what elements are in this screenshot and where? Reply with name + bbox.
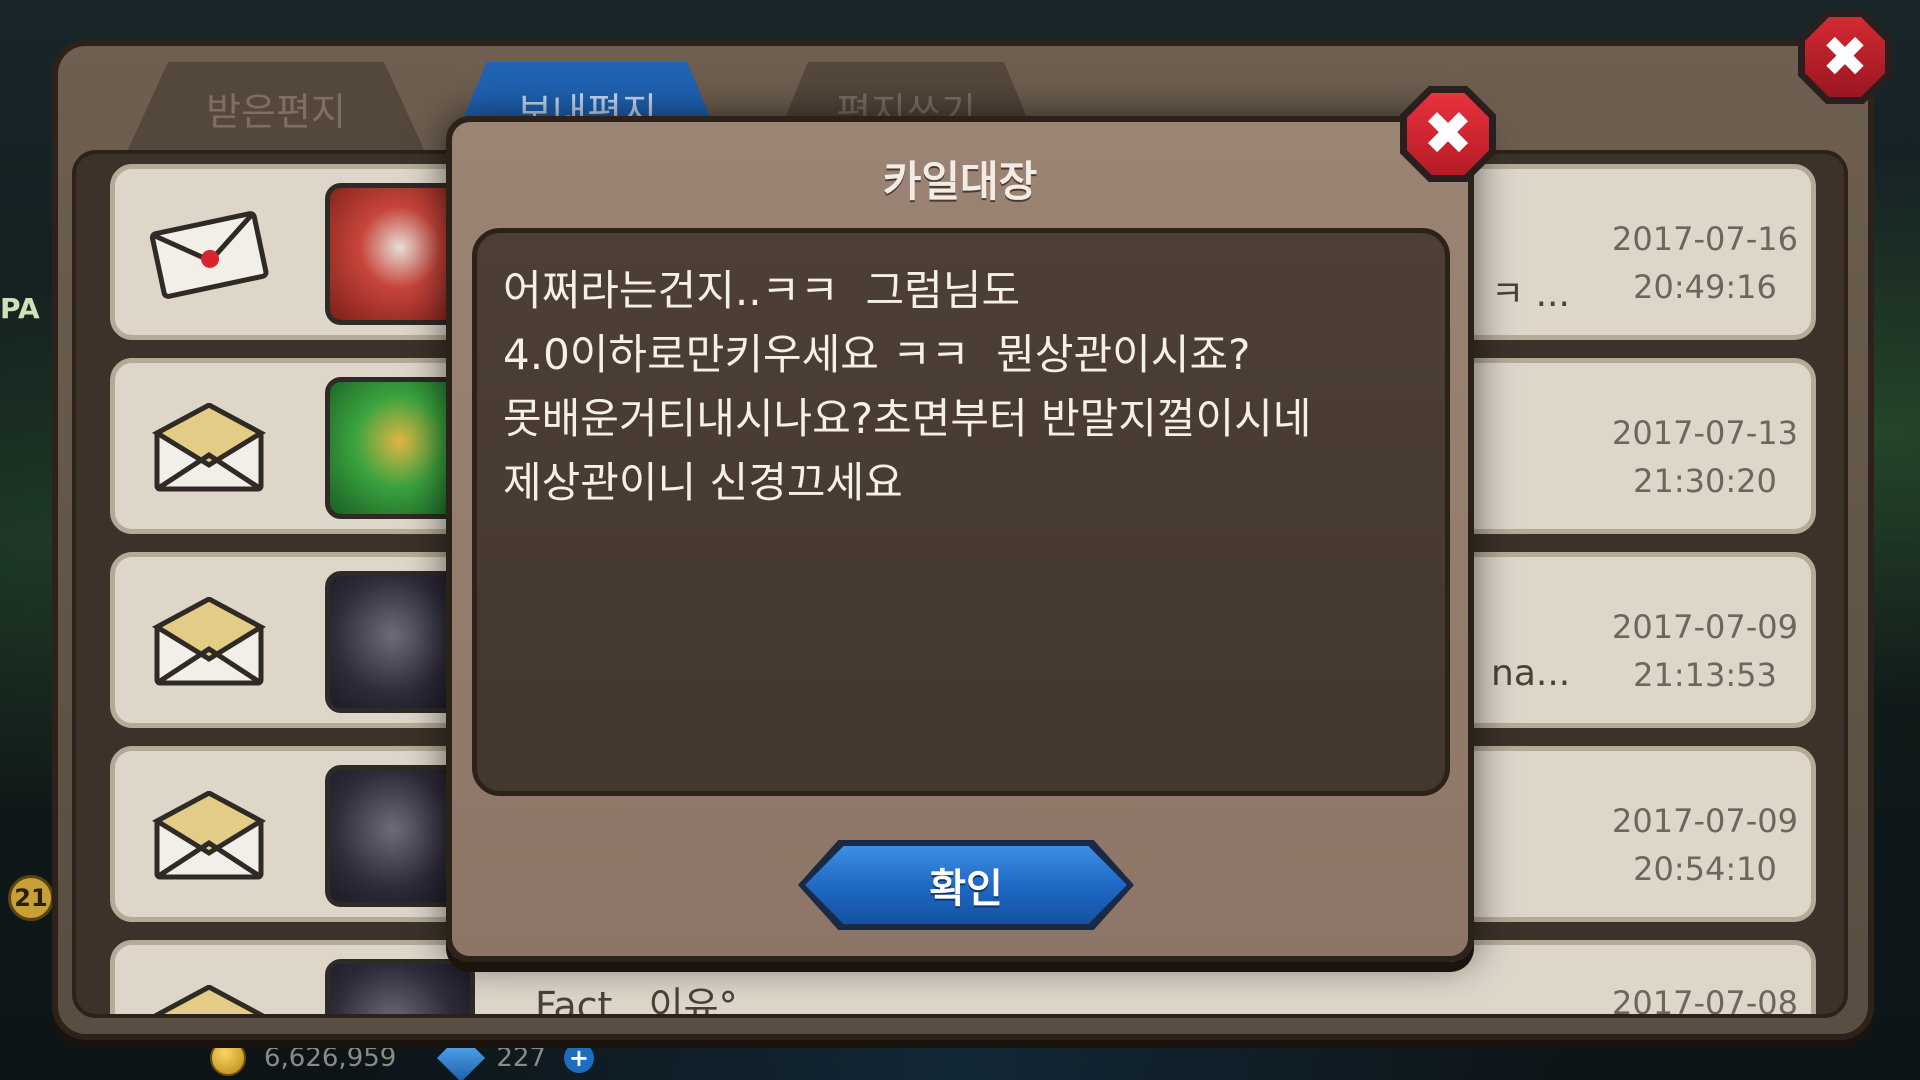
side-tag: PA <box>0 292 40 325</box>
mail-date: 2017-07-16 <box>1612 220 1798 258</box>
close-modal-button[interactable]: ✖ <box>1400 86 1496 182</box>
mail-date: 2017-07-09 <box>1612 608 1798 646</box>
currency-bar: 6,626,959 227 + <box>210 1033 770 1080</box>
gold-amount: 6,626,959 <box>264 1043 397 1073</box>
mail-datetime: 2017-07-09 20:54:10 <box>1585 797 1825 893</box>
mail-time: 20:54:10 <box>1633 850 1777 888</box>
mail-date: 2017-07-13 <box>1612 414 1798 452</box>
modal-title: 카일대장 <box>882 157 1038 206</box>
level-badge: 21 <box>8 875 54 921</box>
message-line: 어쩌라는건지..ㅋㅋ 그럼님도 <box>503 266 1021 315</box>
envelope-unread-icon <box>149 211 269 299</box>
mail-snippet: na... <box>1491 653 1571 694</box>
tab-received-mail[interactable]: 받은편지 <box>126 62 426 154</box>
message-modal: 카일대장 어쩌라는건지..ㅋㅋ 그럼님도 4.0이하로만키우세요 ㅋㅋ 뭔상관이… <box>446 116 1474 962</box>
mail-snippet: Fact...이유° <box>535 984 738 1018</box>
mail-date: 2017-07-09 <box>1612 802 1798 840</box>
mail-date: 2017-07-08 <box>1612 984 1798 1018</box>
gem-amount: 227 <box>496 1043 546 1073</box>
mail-datetime: 2017-07-08 <box>1585 979 1825 1018</box>
mail-time: 20:49:16 <box>1633 268 1777 306</box>
envelope-read-icon <box>153 985 265 1014</box>
close-icon: ✖ <box>1407 93 1489 175</box>
envelope-read-icon <box>151 403 267 492</box>
add-gems-button[interactable]: + <box>563 1043 594 1073</box>
confirm-button-label: 확인 <box>805 846 1127 924</box>
envelope-read-icon <box>151 597 267 686</box>
mail-time: 21:30:20 <box>1633 462 1777 500</box>
mail-datetime: 2017-07-09 21:13:53 <box>1585 603 1825 699</box>
sender-portrait <box>325 959 475 1014</box>
gold-coin-icon <box>210 1040 246 1076</box>
message-line: 4.0이하로만키우세요 ㅋㅋ 뭔상관이시죠? <box>503 330 1251 379</box>
message-line: 제상관이니 신경끄세요 <box>503 458 903 507</box>
mail-snippet: ㅋ ... <box>1491 274 1570 315</box>
mail-datetime: 2017-07-13 21:30:20 <box>1585 409 1825 505</box>
close-icon: ✖ <box>1805 17 1885 97</box>
message-line: 못배운거티내시나요?초면부터 반말지껄이시네 <box>503 394 1312 443</box>
message-body: 어쩌라는건지..ㅋㅋ 그럼님도 4.0이하로만키우세요 ㅋㅋ 뭔상관이시죠? 못… <box>472 228 1450 796</box>
mail-time: 21:13:53 <box>1633 656 1777 694</box>
gem-icon <box>437 1033 486 1080</box>
confirm-button[interactable]: 확인 <box>798 840 1134 930</box>
envelope-read-icon <box>151 791 267 880</box>
mail-datetime: 2017-07-16 20:49:16 <box>1585 215 1825 311</box>
